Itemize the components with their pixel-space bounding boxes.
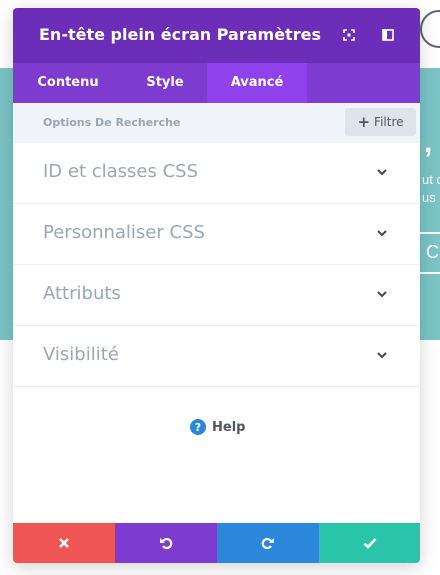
background-text-line: us xyxy=(422,190,436,205)
section-label: Visibilité xyxy=(43,344,119,365)
check-icon xyxy=(363,538,376,549)
help-icon: ? xyxy=(190,419,206,435)
modal-header: En-tête plein écran Paramètres xyxy=(13,8,420,63)
help-link[interactable]: ? Help xyxy=(190,419,245,435)
plus-icon: + xyxy=(357,113,371,131)
close-icon xyxy=(59,538,69,548)
undo-icon xyxy=(160,537,173,550)
save-button[interactable] xyxy=(319,523,420,563)
redo-button[interactable] xyxy=(217,523,319,563)
section-label: Personnaliser CSS xyxy=(43,222,205,243)
background-circle-icon xyxy=(420,10,440,48)
background-button[interactable]: Cl xyxy=(418,232,440,274)
help-label: Help xyxy=(212,419,246,435)
section-css-id-classes[interactable]: ID et classes CSS xyxy=(13,143,420,204)
section-attributes[interactable]: Attributs xyxy=(13,265,420,326)
search-input[interactable]: Options De Recherche xyxy=(43,116,180,129)
search-options-bar[interactable]: Options De Recherche + Filtre xyxy=(13,103,420,143)
sidebar-toggle-icon[interactable] xyxy=(379,26,397,44)
section-label: ID et classes CSS xyxy=(43,161,199,182)
fullscreen-icon[interactable] xyxy=(340,26,358,44)
tab-contenu[interactable]: Contenu xyxy=(13,63,123,103)
tab-bar: Contenu Style Avancé xyxy=(13,63,420,103)
modal-footer xyxy=(13,523,420,563)
tab-avance[interactable]: Avancé xyxy=(207,63,307,103)
tab-style[interactable]: Style xyxy=(123,63,207,103)
section-custom-css[interactable]: Personnaliser CSS xyxy=(13,204,420,265)
chevron-down-icon xyxy=(377,291,387,298)
modal-title: En-tête plein écran Paramètres xyxy=(39,25,321,44)
redo-icon xyxy=(261,537,274,550)
filter-button[interactable]: + Filtre xyxy=(345,108,416,136)
background-heading: , P xyxy=(424,126,440,159)
background-text-line: ut c xyxy=(422,172,440,187)
filter-label: Filtre xyxy=(374,115,404,129)
section-visibility[interactable]: Visibilité xyxy=(13,326,420,387)
chevron-down-icon xyxy=(377,169,387,176)
settings-modal: En-tête plein écran Paramètres Contenu S… xyxy=(13,8,420,563)
chevron-down-icon xyxy=(377,352,387,359)
undo-button[interactable] xyxy=(115,523,217,563)
section-label: Attributs xyxy=(43,283,121,304)
chevron-down-icon xyxy=(377,230,387,237)
discard-button[interactable] xyxy=(13,523,115,563)
